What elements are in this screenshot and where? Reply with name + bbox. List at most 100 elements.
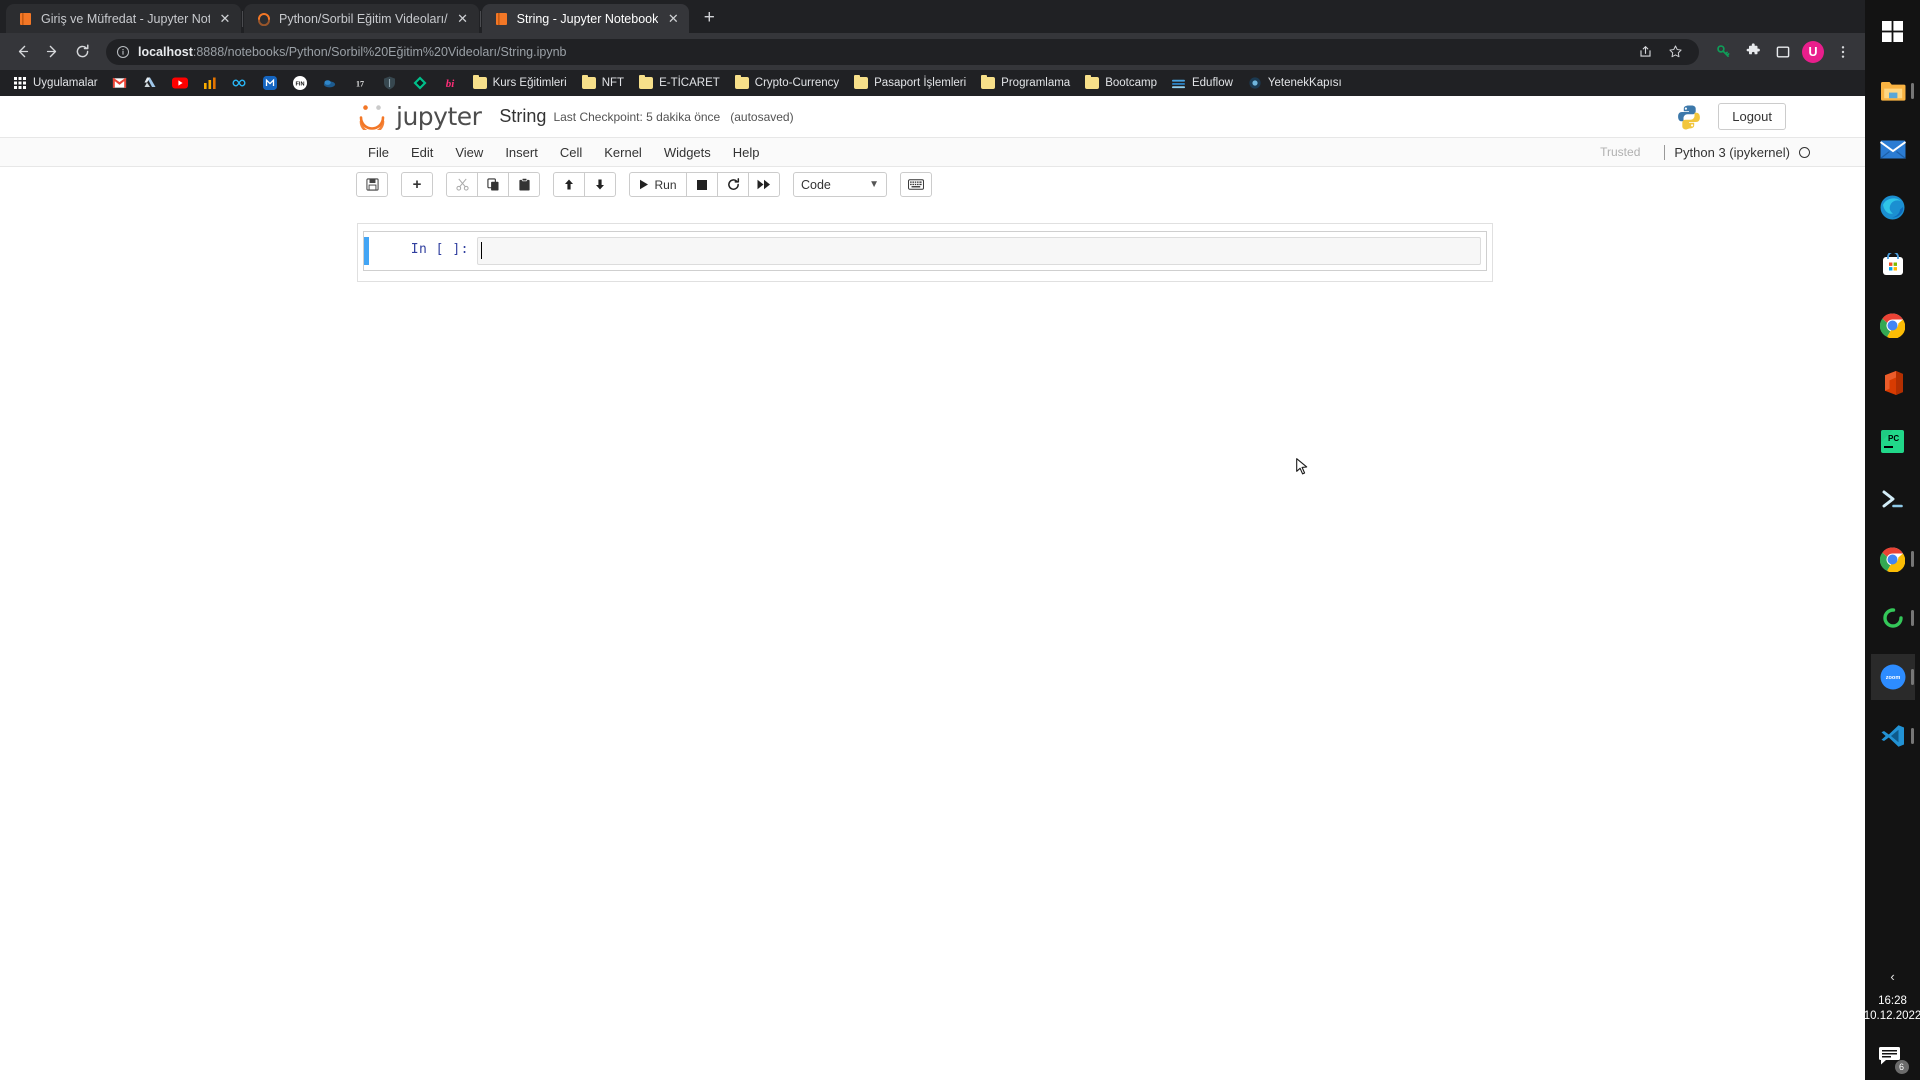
fast-forward-icon[interactable] [748,172,780,197]
visual-studio-code-icon[interactable] [1871,713,1915,759]
menubar-status-area: Trusted Python 3 (ipykernel) [1592,142,1810,162]
avatar[interactable]: U [1799,38,1827,66]
paste-icon[interactable] [508,172,540,197]
jupyter-logo-icon [357,104,387,134]
stop-square-icon[interactable] [686,172,718,197]
bookmark-folder-crypto-currency[interactable]: Crypto-Currency [728,73,845,93]
tray-expand-chevron-icon[interactable]: ‹ [1890,959,1894,994]
notification-chat-icon[interactable]: 6 [1878,1046,1909,1074]
close-icon[interactable]: ✕ [217,11,233,27]
scissors-icon[interactable] [446,172,478,197]
bookmark-bi[interactable]: bi [436,73,464,93]
menu-help[interactable]: Help [722,141,771,164]
close-icon[interactable]: ✕ [455,11,471,27]
bookmark-infinity[interactable] [226,73,254,93]
reload-icon[interactable] [68,38,96,66]
browser-tab-1[interactable]: Giriş ve Müfredat - Jupyter Noteb ✕ [6,4,241,33]
mail-icon[interactable] [1871,126,1915,172]
bookmark-fin[interactable]: FIN [286,73,314,93]
logout-button[interactable]: Logout [1718,103,1786,130]
share-icon[interactable] [1631,38,1659,66]
bookmark-shield[interactable] [376,73,404,93]
move-cell-up-icon[interactable] [553,172,585,197]
bookmark-drive[interactable] [136,73,164,93]
back-icon[interactable] [8,38,36,66]
bookmark-green-diamond[interactable] [406,73,434,93]
bookmark-folder-nft[interactable]: NFT [575,73,630,93]
menu-edit[interactable]: Edit [400,141,444,164]
puzzle-extensions-icon[interactable] [1739,38,1767,66]
microsoft-store-icon[interactable] [1871,242,1915,288]
microsoft-edge-icon[interactable] [1871,184,1915,230]
browser-tab-3-active[interactable]: String - Jupyter Notebook ✕ [481,4,690,33]
menu-kernel[interactable]: Kernel [593,141,653,164]
bookmark-folder-programlama[interactable]: Programlama [974,73,1076,93]
browser-navigation-bar: localhost:8888/notebooks/Python/Sorbil%2… [0,33,1865,70]
bookmark-folder-bootcamp[interactable]: Bootcamp [1078,73,1163,93]
bookmark-cloud[interactable] [316,73,344,93]
restart-circle-icon[interactable] [717,172,749,197]
bookmark-folder-pasaport-islemleri[interactable]: Pasaport İşlemleri [847,73,972,93]
save-disk-icon[interactable] [356,172,388,197]
last-checkpoint-label: Last Checkpoint: 5 dakika önce [553,109,721,124]
menu-file[interactable]: File [357,141,400,164]
folder-icon [581,75,597,91]
trusted-badge[interactable]: Trusted [1592,142,1648,162]
notebook-name[interactable]: String [499,106,546,127]
bookmark-label: Programlama [1001,77,1071,89]
kernel-name-label[interactable]: Python 3 (ipykernel) [1674,145,1790,160]
cell-type-select[interactable]: Code ▼ [793,172,887,197]
spinner-green-icon[interactable] [1871,595,1915,641]
bookmark-yetenekkapisi[interactable]: YetenekKapısı [1241,73,1348,93]
bookmark-tv[interactable]: 17 [346,73,374,93]
keyboard-icon[interactable] [900,172,932,197]
bookmark-m-badge[interactable] [256,73,284,93]
bookmark-gmail[interactable] [106,73,134,93]
office-icon[interactable] [1871,360,1915,406]
bookmark-uygulamalar[interactable]: Uygulamalar [6,73,104,93]
password-key-icon[interactable] [1709,38,1737,66]
info-circle-icon[interactable] [116,45,130,59]
menu-cell[interactable]: Cell [549,141,593,164]
zoom-icon[interactable]: zoom [1870,654,1915,700]
copy-icon[interactable] [477,172,509,197]
bookmark-analytics[interactable] [196,73,224,93]
forward-icon[interactable] [38,38,66,66]
browser-tab-2[interactable]: Python/Sorbil Eğitim Videoları/ ✕ [244,4,479,33]
bookmark-star-icon[interactable] [1661,38,1689,66]
jupyter-book-icon [494,11,510,27]
browser-tab-title: String - Jupyter Notebook [516,11,659,26]
cell-type-value: Code [801,177,831,192]
menu-view[interactable]: View [444,141,494,164]
bookmark-folder-eticaret[interactable]: E-TİCARET [632,73,726,93]
insert-cell-below-button[interactable]: + [401,172,433,197]
three-dot-menu-icon[interactable] [1829,38,1857,66]
cell-code-input[interactable] [477,237,1481,265]
run-button[interactable]: Run [629,172,687,197]
toolbar-group-edit [446,172,540,197]
side-panel-icon[interactable] [1769,38,1797,66]
menu-widgets[interactable]: Widgets [653,141,722,164]
bookmark-folder-kurs-egitimleri[interactable]: Kurs Eğitimleri [466,73,573,93]
pycharm-icon[interactable]: PC [1871,418,1915,464]
move-cell-down-icon[interactable] [584,172,616,197]
google-chrome-running-icon[interactable] [1871,536,1915,582]
address-bar[interactable]: localhost:8888/notebooks/Python/Sorbil%2… [106,38,1699,66]
infinity-icon [232,75,248,91]
code-cell[interactable]: In [ ]: [363,231,1487,271]
close-icon[interactable]: ✕ [665,11,681,27]
bookmark-label: YetenekKapısı [1267,77,1342,89]
google-chrome-icon[interactable] [1871,302,1915,348]
bookmark-eduflow[interactable]: Eduflow [1165,73,1239,93]
new-tab-button[interactable]: + [695,4,723,32]
bookmark-label: Eduflow [1191,77,1233,89]
powershell-icon[interactable] [1871,476,1915,522]
jupyter-brand[interactable]: jupyter [357,103,482,134]
svg-text:bi: bi [445,78,455,90]
clock[interactable]: 16:28 10.12.2022 [1864,994,1920,1046]
start-windows-icon[interactable] [1871,8,1915,54]
notebook-cell-container: In [ ]: [357,223,1493,282]
menu-insert[interactable]: Insert [494,141,549,164]
bookmark-youtube[interactable] [166,73,194,93]
file-explorer-icon[interactable] [1871,68,1915,114]
